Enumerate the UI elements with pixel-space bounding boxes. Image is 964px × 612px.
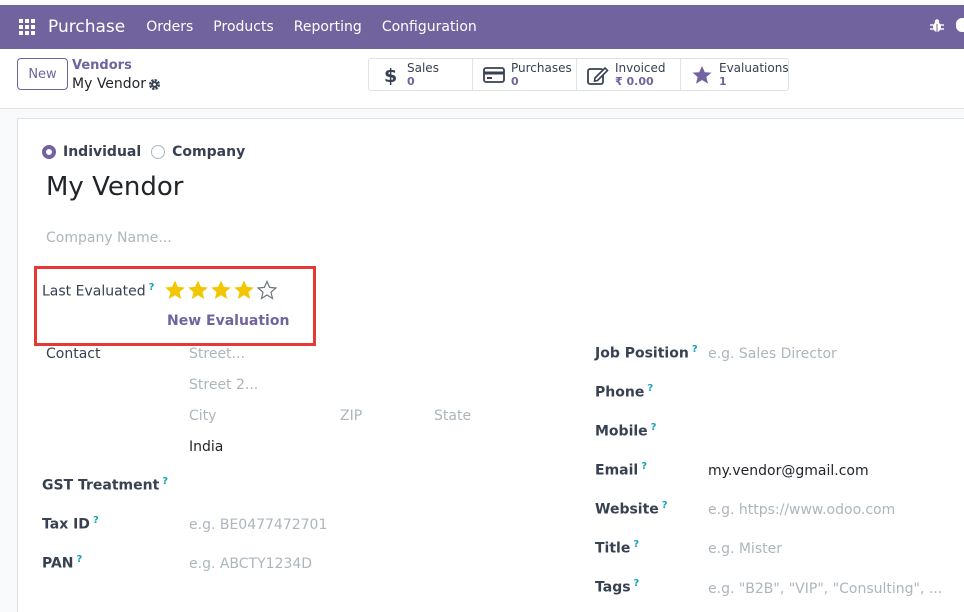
evaluations-label: Evaluations <box>719 61 789 75</box>
new-evaluation-link[interactable]: New Evaluation <box>167 313 289 329</box>
email-input[interactable]: my.vendor@gmail.com <box>708 463 869 479</box>
smart-buttons: $ Sales 0 Purchases 0 Invoiced ₹ 0.00 Ev… <box>368 58 789 91</box>
star-filled-icon[interactable] <box>164 279 186 301</box>
rating-stars[interactable] <box>164 279 279 301</box>
evaluation-highlight-box <box>34 266 316 346</box>
purchases-label: Purchases <box>511 61 572 75</box>
country-input[interactable]: India <box>189 439 223 455</box>
website-label: Website? <box>595 500 668 518</box>
new-button[interactable]: New <box>17 58 68 90</box>
street-input[interactable]: Street... <box>189 346 245 362</box>
street2-input[interactable]: Street 2... <box>189 377 258 393</box>
evaluations-value: 1 <box>719 75 727 88</box>
chat-icon[interactable] <box>956 18 964 32</box>
vendor-name-field[interactable]: My Vendor <box>46 172 183 202</box>
radio-company-label[interactable]: Company <box>172 144 245 160</box>
state-input[interactable]: State <box>434 408 471 424</box>
apps-grid-icon[interactable] <box>19 19 35 35</box>
star-filled-icon[interactable] <box>210 279 232 301</box>
breadcrumb-current: My Vendor <box>72 76 146 92</box>
tax-id-label: Tax ID? <box>42 515 99 533</box>
top-navbar: Purchase Orders Products Reporting Confi… <box>0 5 964 49</box>
sales-smart-button[interactable]: $ Sales 0 <box>369 59 473 90</box>
purchases-value: 0 <box>511 75 519 88</box>
star-icon <box>692 66 712 84</box>
radio-company[interactable] <box>151 145 166 159</box>
tags-input[interactable]: e.g. "B2B", "VIP", "Consulting", ... <box>708 581 942 597</box>
app-name[interactable]: Purchase <box>48 17 125 37</box>
evaluations-smart-button[interactable]: Evaluations 1 <box>681 59 789 90</box>
gear-icon[interactable] <box>148 78 161 91</box>
bug-icon[interactable] <box>930 18 944 34</box>
pan-input[interactable]: e.g. ABCTY1234D <box>189 556 312 572</box>
pan-label: PAN? <box>42 554 83 572</box>
last-evaluated-label: Last Evaluated? <box>42 282 155 300</box>
breadcrumb-vendors[interactable]: Vendors <box>72 58 132 73</box>
edit-icon <box>587 66 609 85</box>
svg-text:$: $ <box>384 65 397 85</box>
invoiced-value: ₹ 0.00 <box>615 75 654 88</box>
email-label: Email? <box>595 461 648 479</box>
invoiced-smart-button[interactable]: Invoiced ₹ 0.00 <box>577 59 681 90</box>
sales-value: 0 <box>407 75 415 88</box>
invoiced-label: Invoiced <box>615 61 666 75</box>
website-input[interactable]: e.g. https://www.odoo.com <box>708 502 895 518</box>
zip-input[interactable]: ZIP <box>340 408 362 424</box>
title-label: Title? <box>595 539 640 557</box>
company-name-input[interactable]: Company Name... <box>46 230 172 246</box>
radio-individual[interactable] <box>42 145 56 159</box>
gst-treatment-label: GST Treatment? <box>42 476 169 494</box>
city-input[interactable]: City <box>189 408 216 424</box>
phone-label: Phone? <box>595 383 654 401</box>
purchases-smart-button[interactable]: Purchases 0 <box>473 59 577 90</box>
company-type-radio: Individual Company <box>42 144 245 160</box>
tags-label: Tags? <box>595 578 640 596</box>
control-panel: New Vendors My Vendor $ Sales 0 Purchase… <box>0 49 964 109</box>
radio-individual-label[interactable]: Individual <box>63 144 141 160</box>
title-input[interactable]: e.g. Mister <box>708 541 782 557</box>
sales-label: Sales <box>407 61 439 75</box>
job-position-label: Job Position? <box>595 344 698 362</box>
star-filled-icon[interactable] <box>187 279 209 301</box>
mobile-label: Mobile? <box>595 422 657 440</box>
menu-products[interactable]: Products <box>213 19 273 35</box>
credit-card-icon <box>483 67 505 83</box>
menu-configuration[interactable]: Configuration <box>382 19 477 35</box>
tax-id-input[interactable]: e.g. BE0477472701 <box>189 517 327 533</box>
menu-reporting[interactable]: Reporting <box>294 19 362 35</box>
job-position-input[interactable]: e.g. Sales Director <box>708 346 837 362</box>
dollar-icon: $ <box>384 65 397 85</box>
contact-label: Contact <box>46 346 101 362</box>
menu-orders[interactable]: Orders <box>146 19 193 35</box>
star-empty-icon[interactable] <box>256 279 278 301</box>
star-filled-icon[interactable] <box>233 279 255 301</box>
